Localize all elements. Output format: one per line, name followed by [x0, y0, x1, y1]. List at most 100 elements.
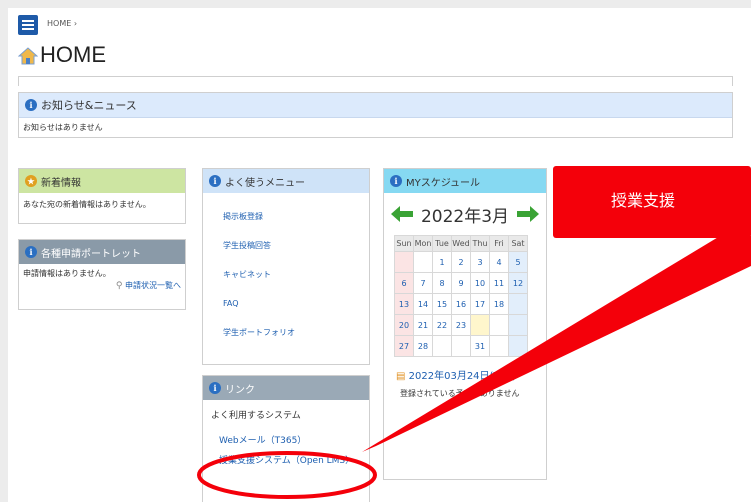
- weekday-header: Sun: [394, 235, 414, 252]
- requests-status-link[interactable]: 申請状況一覧へ: [125, 281, 181, 290]
- calendar-day: [489, 335, 509, 357]
- menu-title: よく使うメニュー: [225, 177, 305, 189]
- calendar-day[interactable]: 2: [451, 251, 471, 273]
- menu-panel: i よく使うメニュー 掲示板登録 学生投稿回答 キャビネット FAQ 学生ポート…: [202, 168, 370, 365]
- requests-link-row: ⚲ 申請状況一覧へ: [23, 280, 181, 292]
- calendar-day[interactable]: 31: [470, 335, 490, 357]
- requests-panel: i 各種申請ポートレット 申請情報はありません。 ⚲ 申請状況一覧へ: [18, 239, 186, 310]
- calendar-day[interactable]: 9: [451, 272, 471, 294]
- selected-date: ▤ 2022年03月24日(Thu): [396, 367, 546, 382]
- links-title: リンク: [225, 384, 255, 396]
- links-header: i リンク: [203, 376, 369, 400]
- calendar-day: [508, 314, 528, 336]
- calendar-day: [432, 335, 452, 357]
- news-body: お知らせはありません: [23, 123, 103, 132]
- calendar-day[interactable]: 4: [489, 251, 509, 273]
- home-icon: [18, 47, 38, 65]
- requests-empty-text: 申請情報はありません。: [23, 269, 111, 278]
- info-icon: i: [25, 99, 37, 111]
- links-panel: i リンク よく利用するシステム Webメール（T365） 授業支援システム（O…: [202, 375, 370, 502]
- calendar-icon: ▤: [396, 371, 406, 382]
- menu-item-student-reply[interactable]: 学生投稿回答: [223, 236, 369, 265]
- weekday-header: Sat: [508, 235, 528, 252]
- breadcrumb[interactable]: HOME ›: [47, 19, 77, 28]
- schedule-panel: i MYスケジュール 2022年3月 Sun Mon Tue Wed Thu Fri Sat…: [383, 168, 547, 480]
- calendar-day[interactable]: 14: [413, 293, 433, 315]
- calendar-day: [489, 314, 509, 336]
- calendar-day[interactable]: 7: [413, 272, 433, 294]
- calendar-day[interactable]: 22: [432, 314, 452, 336]
- weekday-header: Wed: [451, 235, 471, 252]
- weekday-header: Fri: [489, 235, 509, 252]
- calendar-grid: Sun Mon Tue Wed Thu Fri Sat 1 2 3 4 5 6 7 8 9 10 11 12 13 1…: [394, 235, 528, 357]
- menu-item-cabinet[interactable]: キャビネット: [223, 265, 369, 294]
- calendar-day[interactable]: 12: [508, 272, 528, 294]
- calendar-day[interactable]: 17: [470, 293, 490, 315]
- calendar-month: 2022年3月: [420, 206, 510, 227]
- calendar-week: 20 21 22 23: [394, 314, 528, 336]
- new-info-panel: ★ 新着情報 あなた宛の新着情報はありません。: [18, 168, 186, 224]
- info-icon: i: [390, 175, 402, 187]
- calendar-day[interactable]: 5: [508, 251, 528, 273]
- calendar-day[interactable]: 6: [394, 272, 414, 294]
- calendar-day[interactable]: 21: [413, 314, 433, 336]
- calendar-month-row: 2022年3月: [384, 201, 546, 227]
- requests-body: 申請情報はありません。 ⚲ 申請状況一覧へ: [19, 264, 185, 298]
- calendar-day: [508, 335, 528, 357]
- links-body: よく利用するシステム Webメール（T365） 授業支援システム（Open LM…: [203, 400, 369, 485]
- info-icon: i: [209, 382, 221, 394]
- calendar-day[interactable]: 10: [470, 272, 490, 294]
- weekday-header: Mon: [413, 235, 433, 252]
- news-header: i お知らせ&ニュース: [19, 93, 732, 118]
- calendar-day[interactable]: 11: [489, 272, 509, 294]
- calendar-day[interactable]: 3: [470, 251, 490, 273]
- calendar-week: 27 28 31: [394, 335, 528, 357]
- calendar-day[interactable]: 18: [489, 293, 509, 315]
- calendar-week: 12345: [394, 251, 528, 273]
- new-info-title: 新着情報: [41, 177, 81, 189]
- divider: [18, 76, 733, 86]
- info-icon: i: [25, 246, 37, 258]
- menu-item-bulletin[interactable]: 掲示板登録: [223, 207, 369, 236]
- webmail-link[interactable]: Webメール（T365）: [219, 433, 361, 446]
- calendar-day: [470, 314, 490, 336]
- calendar-day[interactable]: 8: [432, 272, 452, 294]
- annotation-callout: 授業支援: [553, 166, 751, 238]
- hamburger-menu-icon[interactable]: [18, 15, 38, 35]
- news-panel: i お知らせ&ニュース お知らせはありません: [18, 92, 733, 138]
- calendar-day[interactable]: 15: [432, 293, 452, 315]
- calendar-day[interactable]: 13: [394, 293, 414, 315]
- menu-header: i よく使うメニュー: [203, 169, 369, 193]
- lms-link[interactable]: 授業支援システム（Open LMS）: [219, 456, 361, 467]
- next-month-arrow-icon[interactable]: [517, 206, 540, 222]
- search-icon: ⚲: [115, 281, 123, 291]
- calendar-day[interactable]: 23: [451, 314, 471, 336]
- no-events-text: 登録されている予定はありません: [400, 389, 520, 398]
- calendar-day[interactable]: 28: [413, 335, 433, 357]
- weekday-header: Tue: [432, 235, 452, 252]
- menu-item-portfolio[interactable]: 学生ポートフォリオ: [223, 323, 369, 352]
- calendar-day[interactable]: 1: [432, 251, 452, 273]
- calendar-week: 6 7 8 9 10 11 12: [394, 272, 528, 294]
- news-title: お知らせ&ニュース: [41, 99, 137, 112]
- weekday-header: Thu: [470, 235, 490, 252]
- prev-month-arrow-icon[interactable]: [390, 206, 413, 222]
- menu-item-faq[interactable]: FAQ: [223, 294, 369, 323]
- requests-header: i 各種申請ポートレット: [19, 240, 185, 264]
- calendar-day[interactable]: 20: [394, 314, 414, 336]
- calendar-day[interactable]: 16: [451, 293, 471, 315]
- schedule-title: MYスケジュール: [406, 177, 481, 189]
- new-info-icon: ★: [25, 175, 37, 187]
- schedule-header: i MYスケジュール: [384, 169, 546, 193]
- requests-title: 各種申請ポートレット: [41, 248, 141, 260]
- calendar-week: 13 14 15 16 17 18: [394, 293, 528, 315]
- new-info-body: あなた宛の新着情報はありません。: [23, 200, 151, 209]
- new-info-header: ★ 新着情報: [19, 169, 185, 193]
- calendar-day[interactable]: 27: [394, 335, 414, 357]
- menu-list: 掲示板登録 学生投稿回答 キャビネット FAQ 学生ポートフォリオ: [203, 193, 369, 352]
- calendar-day: [451, 335, 471, 357]
- calendar-day: [394, 251, 414, 273]
- selected-date-text[interactable]: 2022年03月24日(Thu): [409, 371, 517, 382]
- calendar-day: [413, 251, 433, 273]
- info-icon: i: [209, 175, 221, 187]
